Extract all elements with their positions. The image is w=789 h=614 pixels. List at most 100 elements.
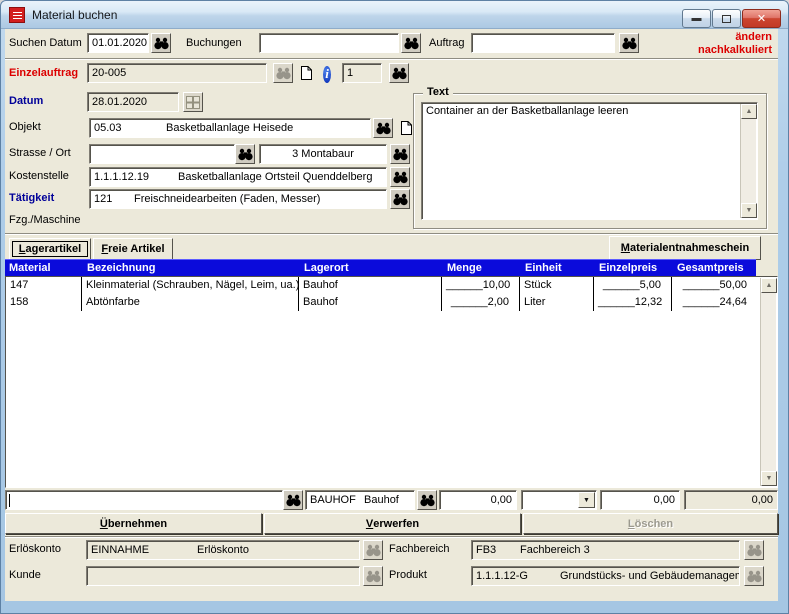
produkt-search-button[interactable] <box>744 566 764 586</box>
lager-field[interactable]: BAUHOF Bauhof <box>305 490 415 510</box>
auftrag-search-button[interactable] <box>619 33 639 53</box>
binoculars-icon <box>154 37 169 50</box>
scroll-up-button[interactable]: ▲ <box>741 104 757 119</box>
binoculars-icon <box>393 193 408 206</box>
chevron-down-icon: ▼ <box>583 497 590 504</box>
maximize-icon <box>722 15 731 23</box>
separator <box>5 233 778 235</box>
produkt-label: Produkt <box>389 569 427 581</box>
loeschen-button[interactable]: Löschen <box>523 513 778 534</box>
lfd-nr-field[interactable]: 1 <box>342 63 382 83</box>
buchungen-search-button[interactable] <box>401 33 421 53</box>
datum-field[interactable]: 28.01.2020 <box>87 92 179 112</box>
scroll-down-button[interactable]: ▼ <box>761 471 777 486</box>
artikel-input[interactable] <box>5 490 283 510</box>
table-cell: ______24,64 <box>672 294 757 311</box>
scroll-up-button[interactable]: ▲ <box>761 278 777 293</box>
column-header: Gesamtpreis <box>671 260 756 276</box>
strasse-ort-label: Strasse / Ort <box>9 147 71 159</box>
status-nachkalkuliert: nachkalkuliert <box>698 44 772 56</box>
buchungen-field[interactable] <box>259 33 399 53</box>
table-row[interactable]: 158AbtönfarbeBauhof______2,00Liter______… <box>6 294 777 311</box>
ort-search-button[interactable] <box>390 144 410 164</box>
new-document-button[interactable] <box>296 63 316 83</box>
binoculars-icon <box>393 171 408 184</box>
table-cell: Abtönfarbe <box>82 294 299 311</box>
table-header: MaterialBezeichnungLagerortMengeEinheitE… <box>5 259 756 276</box>
dropdown-button[interactable]: ▼ <box>578 492 595 508</box>
kunde-field[interactable] <box>86 566 360 586</box>
kostenstelle-field[interactable]: 1.1.1.12.19 Basketballanlage Ortsteil Qu… <box>89 167 387 187</box>
text-scrollbar[interactable]: ▲ ▼ <box>740 104 756 218</box>
fachbereich-field[interactable]: FB3 Fachbereich 3 <box>471 540 740 560</box>
taetigkeit-label: Tätigkeit <box>9 192 54 204</box>
menge-input[interactable]: 0,00 <box>439 490 517 510</box>
erloeskonto-search-button[interactable] <box>363 540 383 560</box>
lager-search-button[interactable] <box>417 490 437 510</box>
list-scrollbar[interactable]: ▲ ▼ <box>760 278 776 486</box>
verwerfen-button[interactable]: Verwerfen <box>264 513 521 534</box>
info-button[interactable]: i <box>317 64 337 84</box>
taetigkeit-search-button[interactable] <box>390 189 410 209</box>
tab-lagerartikel[interactable]: Lagerartikel <box>9 238 91 260</box>
material-buchen-window: Material buchen ▬ ✕ Suchen Datum 01.01.2… <box>0 0 789 614</box>
separator <box>5 536 778 538</box>
suchen-datum-search-button[interactable] <box>151 33 171 53</box>
fachbereich-search-button[interactable] <box>744 540 764 560</box>
text-area[interactable]: Container an der Basketballanlage leeren… <box>421 102 758 220</box>
ort-field[interactable]: 3 Montabaur <box>259 144 387 164</box>
tab-freie-artikel[interactable]: Freie Artikel <box>93 238 173 260</box>
kostenstelle-search-button[interactable] <box>390 167 410 187</box>
status-aendern: ändern <box>735 31 772 43</box>
kunde-search-button[interactable] <box>363 566 383 586</box>
fzg-maschine-label: Fzg./Maschine <box>9 214 81 226</box>
objekt-field[interactable]: 05.03 Basketballanlage Heisede <box>89 118 371 138</box>
suchen-datum-field[interactable]: 01.01.2020 <box>87 33 149 53</box>
column-header: Bezeichnung <box>81 260 298 276</box>
lfd-search-button[interactable] <box>389 63 409 83</box>
taetigkeit-code: 121 <box>94 193 134 205</box>
uebernehmen-button[interactable]: Übernehmen <box>5 513 262 534</box>
datum-label: Datum <box>9 95 43 107</box>
produkt-name: Grundstücks- und Gebäudemanagem <box>560 570 740 582</box>
produkt-field[interactable]: 1.1.1.12-G Grundstücks- und Gebäudemanag… <box>471 566 740 586</box>
erloeskonto-field[interactable]: EINNAHME Erlöskonto <box>86 540 360 560</box>
table-cell: Bauhof <box>299 277 442 294</box>
minimize-icon: ▬ <box>692 13 702 24</box>
table-cell: 158 <box>6 294 82 311</box>
calendar-button[interactable] <box>183 92 203 112</box>
einzelpreis-input[interactable]: 0,00 <box>600 490 680 510</box>
table-cell: Liter <box>520 294 594 311</box>
binoculars-icon <box>392 67 407 80</box>
arrow-up-icon: ▲ <box>746 108 753 115</box>
table-cell: Stück <box>520 277 594 294</box>
table-cell: ______10,00 <box>442 277 520 294</box>
suchen-datum-label: Suchen Datum <box>9 37 82 49</box>
objekt-search-button[interactable] <box>373 118 393 138</box>
buchungen-label: Buchungen <box>186 37 242 49</box>
close-icon: ✕ <box>757 12 766 25</box>
text-group-label: Text <box>423 86 453 98</box>
strasse-search-button[interactable] <box>235 144 255 164</box>
close-button[interactable]: ✕ <box>742 9 781 28</box>
column-header: Einzelpreis <box>593 260 671 276</box>
maximize-button[interactable] <box>712 9 741 28</box>
materialentnahmeschein-button[interactable]: Materialentnahmeschein <box>609 236 761 260</box>
einzelauftrag-search-button[interactable] <box>273 63 293 83</box>
binoculars-icon <box>747 544 762 557</box>
dialog-body: Suchen Datum 01.01.2020 Buchungen Auftra… <box>5 29 778 601</box>
window-controls: ▬ ✕ <box>682 9 781 28</box>
einheit-dropdown[interactable]: ▼ <box>521 490 597 510</box>
title-bar[interactable]: Material buchen ▬ ✕ <box>1 1 789 29</box>
table-row[interactable]: 147Kleinmaterial (Schrauben, Nägel, Leim… <box>6 277 777 294</box>
minimize-button[interactable]: ▬ <box>682 9 711 28</box>
table-cell: ______12,32 <box>594 294 672 311</box>
strasse-field[interactable] <box>89 144 235 164</box>
article-list[interactable]: 147Kleinmaterial (Schrauben, Nägel, Leim… <box>5 276 778 488</box>
einzelauftrag-field[interactable]: 20-005 <box>87 63 267 83</box>
artikel-search-button[interactable] <box>283 490 303 510</box>
binoculars-icon <box>276 67 291 80</box>
scroll-down-button[interactable]: ▼ <box>741 203 757 218</box>
auftrag-field[interactable] <box>471 33 615 53</box>
taetigkeit-field[interactable]: 121 Freischneidearbeiten (Faden, Messer) <box>89 189 387 209</box>
